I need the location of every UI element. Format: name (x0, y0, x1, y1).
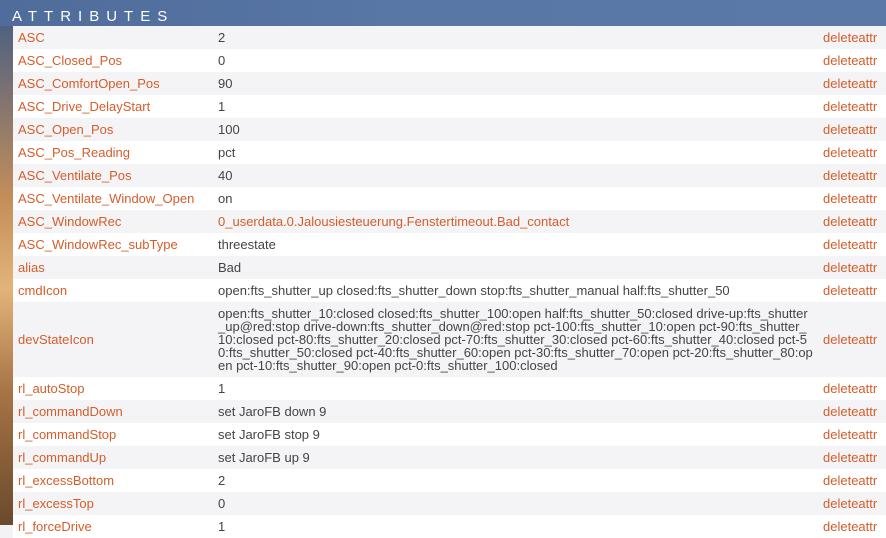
delete-attribute-link[interactable]: deleteattr (818, 279, 886, 302)
table-row: rl_excessTop 0 deleteattr (13, 492, 886, 515)
delete-attribute-link[interactable]: deleteattr (818, 515, 886, 538)
attribute-name-link[interactable]: ASC_Drive_DelayStart (13, 95, 213, 118)
attribute-value-link[interactable]: 0_userdata.0.Jalousiesteuerung.Fensterti… (213, 210, 818, 233)
delete-attribute-link[interactable]: deleteattr (818, 49, 886, 72)
table-row: ASC_Closed_Pos 0 deleteattr (13, 49, 886, 72)
delete-attribute-link[interactable]: deleteattr (818, 233, 886, 256)
delete-attribute-link[interactable]: deleteattr (818, 492, 886, 515)
table-row: rl_commandUp set JaroFB up 9 deleteattr (13, 446, 886, 469)
table-row: ASC_ComfortOpen_Pos 90 deleteattr (13, 72, 886, 95)
attributes-table: ASC 2 deleteattr ASC_Closed_Pos 0 delete… (13, 26, 886, 538)
table-row: rl_forceDrive 1 deleteattr (13, 515, 886, 538)
table-row: ASC_Open_Pos 100 deleteattr (13, 118, 886, 141)
attributes-header: ATTRIBUTES (0, 0, 886, 26)
attribute-value: pct (218, 145, 236, 160)
attribute-name-link[interactable]: alias (13, 256, 213, 279)
attribute-name-link[interactable]: rl_commandUp (13, 446, 213, 469)
table-row: rl_autoStop 1 deleteattr (13, 377, 886, 400)
attribute-name-link[interactable]: ASC_Pos_Reading (13, 141, 213, 164)
attribute-name-link[interactable]: ASC_ComfortOpen_Pos (13, 72, 213, 95)
delete-attribute-link[interactable]: deleteattr (818, 187, 886, 210)
attribute-value: set JaroFB down 9 (218, 404, 327, 419)
attribute-value: 90 (218, 76, 233, 91)
attribute-name-link[interactable]: ASC (13, 26, 213, 49)
attribute-value: 40 (218, 168, 233, 183)
attribute-value: threestate (218, 237, 276, 252)
delete-attribute-link[interactable]: deleteattr (818, 377, 886, 400)
table-row: ASC_Drive_DelayStart 1 deleteattr (13, 95, 886, 118)
table-row: devStateIcon open:fts_shutter_10:closed … (13, 302, 886, 377)
attribute-value: 1 (218, 99, 226, 114)
attribute-value: 2 (218, 473, 226, 488)
attribute-name-link[interactable]: rl_commandDown (13, 400, 213, 423)
table-row: ASC_Ventilate_Pos 40 deleteattr (13, 164, 886, 187)
attribute-name-link[interactable]: devStateIcon (13, 302, 213, 377)
delete-attribute-link[interactable]: deleteattr (818, 423, 886, 446)
attribute-name-link[interactable]: ASC_Ventilate_Window_Open (13, 187, 213, 210)
attribute-value: 1 (218, 519, 226, 534)
attribute-name-link[interactable]: rl_autoStop (13, 377, 213, 400)
delete-attribute-link[interactable]: deleteattr (818, 141, 886, 164)
table-row: ASC_Ventilate_Window_Open on deleteattr (13, 187, 886, 210)
attribute-value: 0 (218, 53, 226, 68)
attribute-name-link[interactable]: ASC_WindowRec_subType (13, 233, 213, 256)
attribute-value: open:fts_shutter_10:closed closed:fts_sh… (218, 306, 813, 373)
delete-attribute-link[interactable]: deleteattr (818, 118, 886, 141)
delete-attribute-link[interactable]: deleteattr (818, 446, 886, 469)
delete-attribute-link[interactable]: deleteattr (818, 72, 886, 95)
delete-attribute-link[interactable]: deleteattr (818, 256, 886, 279)
attribute-name-link[interactable]: rl_excessTop (13, 492, 213, 515)
attribute-value: Bad (218, 260, 242, 275)
delete-attribute-link[interactable]: deleteattr (818, 26, 886, 49)
table-row: alias Bad deleteattr (13, 256, 886, 279)
attribute-name-link[interactable]: ASC_WindowRec (13, 210, 213, 233)
delete-attribute-link[interactable]: deleteattr (818, 164, 886, 187)
delete-attribute-link[interactable]: deleteattr (818, 469, 886, 492)
delete-attribute-link[interactable]: deleteattr (818, 210, 886, 233)
attribute-name-link[interactable]: cmdIcon (13, 279, 213, 302)
table-row: ASC_WindowRec_subType threestate deletea… (13, 233, 886, 256)
table-row: ASC_Pos_Reading pct deleteattr (13, 141, 886, 164)
attribute-value: open:fts_shutter_up closed:fts_shutter_d… (218, 283, 730, 298)
attribute-name-link[interactable]: ASC_Open_Pos (13, 118, 213, 141)
attribute-name-link[interactable]: ASC_Closed_Pos (13, 49, 213, 72)
table-row: rl_commandDown set JaroFB down 9 deletea… (13, 400, 886, 423)
section-title: ATTRIBUTES (12, 8, 175, 25)
attribute-value: 0 (218, 496, 226, 511)
table-row: rl_commandStop set JaroFB stop 9 deletea… (13, 423, 886, 446)
attribute-value: set JaroFB stop 9 (218, 427, 320, 442)
attribute-name-link[interactable]: rl_commandStop (13, 423, 213, 446)
delete-attribute-link[interactable]: deleteattr (818, 400, 886, 423)
attribute-value: 1 (218, 381, 226, 396)
attribute-name-link[interactable]: rl_forceDrive (13, 515, 213, 538)
attribute-value: 2 (218, 30, 226, 45)
delete-attribute-link[interactable]: deleteattr (818, 302, 886, 377)
table-row: rl_excessBottom 2 deleteattr (13, 469, 886, 492)
delete-attribute-link[interactable]: deleteattr (818, 95, 886, 118)
table-row: cmdIcon open:fts_shutter_up closed:fts_s… (13, 279, 886, 302)
attribute-value: on (218, 191, 233, 206)
attribute-value: set JaroFB up 9 (218, 450, 310, 465)
table-row: ASC 2 deleteattr (13, 26, 886, 49)
attribute-name-link[interactable]: ASC_Ventilate_Pos (13, 164, 213, 187)
table-row: ASC_WindowRec 0_userdata.0.Jalousiesteue… (13, 210, 886, 233)
attribute-value: 100 (218, 122, 240, 137)
attribute-name-link[interactable]: rl_excessBottom (13, 469, 213, 492)
